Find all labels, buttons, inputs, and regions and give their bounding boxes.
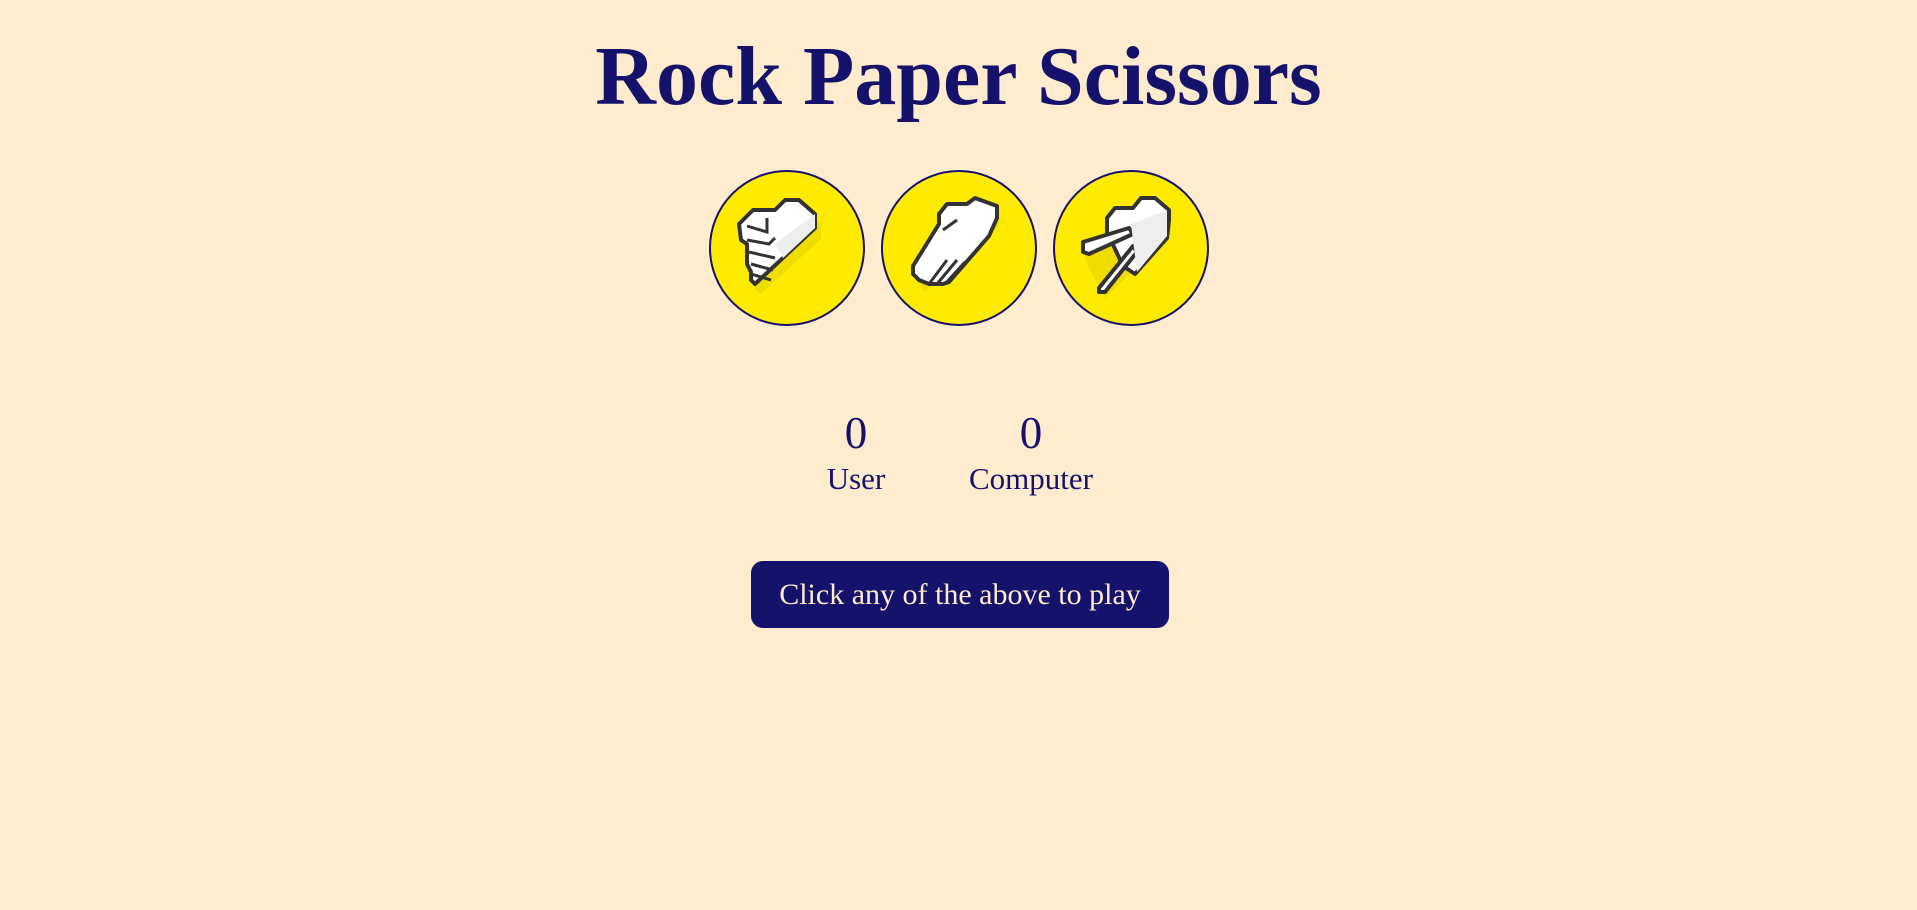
page-title: Rock Paper Scissors: [595, 30, 1322, 123]
choices: [0, 170, 1917, 326]
rock-button[interactable]: [708, 170, 865, 326]
computer-score: 0 Computer: [911, 405, 1151, 497]
computer-score-label: Computer: [969, 461, 1093, 496]
computer-score-value: 0: [1019, 408, 1043, 458]
scissors-button[interactable]: [1052, 170, 1209, 326]
result-message: Click any of the above to play: [751, 561, 1169, 628]
paper-hand-icon: [910, 196, 999, 292]
rock-hand-icon: [736, 198, 821, 294]
paper-button[interactable]: [880, 170, 1037, 326]
scissors-hand-icon: [1080, 196, 1171, 298]
